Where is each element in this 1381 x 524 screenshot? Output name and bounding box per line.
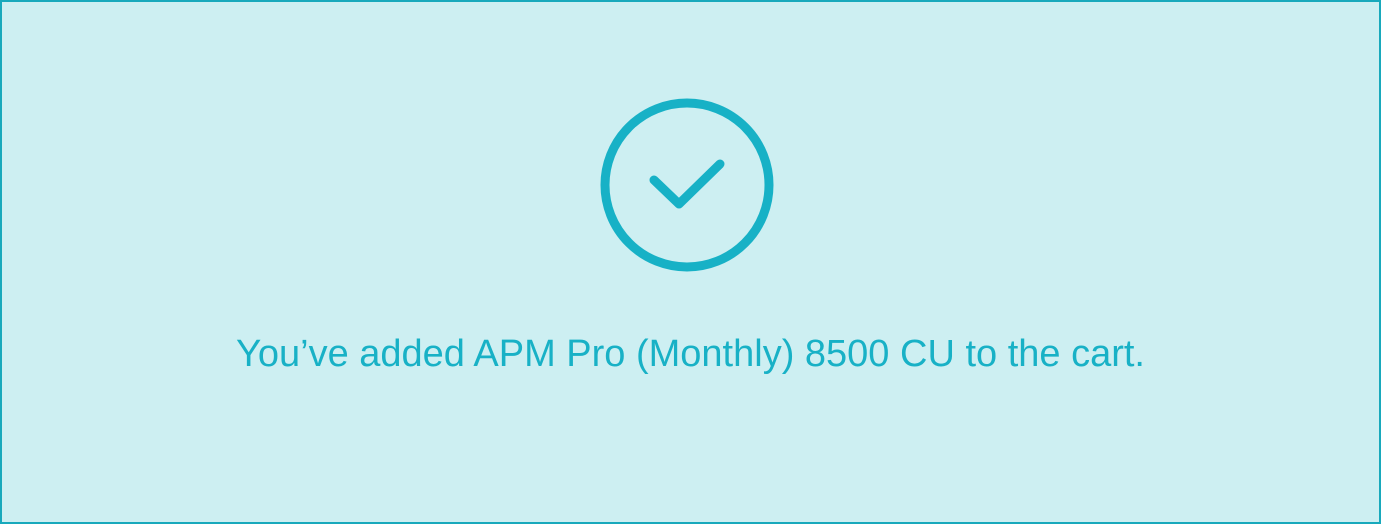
cart-success-message: You’ve added APM Pro (Monthly) 8500 CU t… <box>236 333 1145 375</box>
check-circle-icon <box>598 96 776 274</box>
cart-success-notice: You’ve added APM Pro (Monthly) 8500 CU t… <box>0 0 1381 524</box>
